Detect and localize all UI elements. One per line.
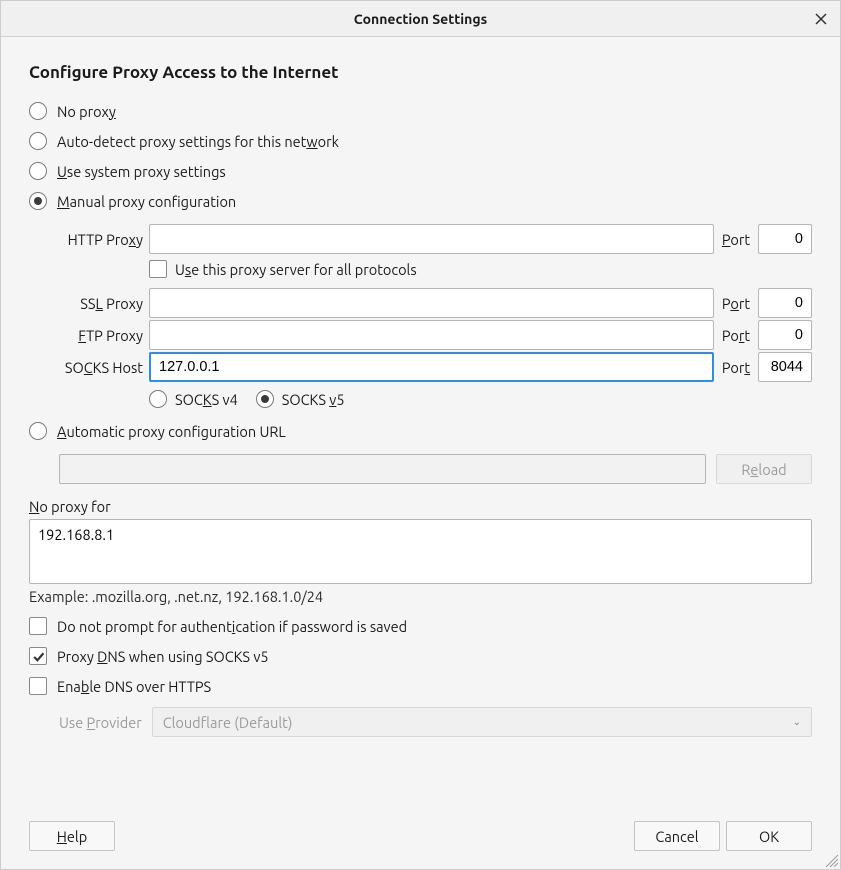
dialog-body: Configure Proxy Access to the Internet N… <box>1 37 840 869</box>
ftp-proxy-input[interactable] <box>149 320 714 350</box>
radio-icon <box>256 390 274 408</box>
radio-label: Manual proxy configuration <box>57 193 236 210</box>
checkbox-label: Enable DNS over HTTPS <box>57 678 211 695</box>
http-proxy-label: HTTP Proxy <box>59 231 149 248</box>
checkbox-label: Use this proxy server for all protocols <box>175 261 417 278</box>
no-proxy-for-label: No proxy for <box>29 498 812 515</box>
radio-label: No proxy <box>57 103 116 120</box>
ok-button[interactable]: OK <box>726 821 812 851</box>
ftp-port-input[interactable] <box>758 320 812 350</box>
ftp-proxy-label: FTP Proxy <box>59 327 149 344</box>
checkbox-icon <box>29 617 47 635</box>
http-port-label: Port <box>714 231 758 248</box>
radio-icon <box>29 132 47 150</box>
socks-host-input[interactable] <box>149 352 714 382</box>
radio-label: Auto-detect proxy settings for this netw… <box>57 133 339 150</box>
provider-row: Use Provider Cloudflare (Default) ⌄ <box>59 707 812 737</box>
chevron-down-icon: ⌄ <box>793 716 801 728</box>
provider-label: Use Provider <box>59 714 142 731</box>
radio-icon <box>29 192 47 210</box>
help-button[interactable]: Help <box>29 821 115 851</box>
socks-host-label: SOCKS Host <box>59 359 149 376</box>
http-port-input[interactable] <box>758 224 812 254</box>
cancel-button[interactable]: Cancel <box>634 821 720 851</box>
radio-icon <box>149 390 167 408</box>
ftp-proxy-row: FTP Proxy Port <box>59 320 812 350</box>
provider-select[interactable]: Cloudflare (Default) ⌄ <box>152 707 812 737</box>
http-proxy-input[interactable] <box>149 224 714 254</box>
titlebar: Connection Settings <box>1 1 840 37</box>
close-icon[interactable] <box>810 8 832 30</box>
auto-config-url-input[interactable] <box>59 454 706 484</box>
ssl-port-input[interactable] <box>758 288 812 318</box>
check-dns-over-https[interactable]: Enable DNS over HTTPS <box>29 677 812 695</box>
radio-system-proxy[interactable]: Use system proxy settings <box>29 162 812 180</box>
http-proxy-row: HTTP Proxy Port <box>59 224 812 254</box>
check-proxy-dns[interactable]: Proxy DNS when using SOCKS v5 <box>29 647 812 665</box>
no-proxy-for-input[interactable] <box>29 519 812 584</box>
ssl-proxy-input[interactable] <box>149 288 714 318</box>
checkbox-label: Do not prompt for authentication if pass… <box>57 618 407 635</box>
radio-auto-config-url[interactable]: Automatic proxy configuration URL <box>29 422 812 440</box>
radio-label: Automatic proxy configuration URL <box>57 423 286 440</box>
ssl-proxy-label: SSL Proxy <box>59 295 149 312</box>
manual-proxy-block: HTTP Proxy Port Use this proxy server fo… <box>59 222 812 416</box>
check-no-prompt-auth[interactable]: Do not prompt for authentication if pass… <box>29 617 812 635</box>
radio-label: SOCKS v4 <box>175 391 238 408</box>
checkbox-icon <box>149 260 167 278</box>
socks-host-row: SOCKS Host Port <box>59 352 812 382</box>
auto-config-row: Reload <box>59 454 812 484</box>
radio-manual-proxy[interactable]: Manual proxy configuration <box>29 192 812 210</box>
radio-auto-detect[interactable]: Auto-detect proxy settings for this netw… <box>29 132 812 150</box>
radio-no-proxy[interactable]: No proxy <box>29 102 812 120</box>
socks-port-label: Port <box>714 359 758 376</box>
checkbox-icon <box>29 647 47 665</box>
window-title: Connection Settings <box>354 11 487 27</box>
checkbox-icon <box>29 677 47 695</box>
dialog-footer: Help Cancel OK <box>29 803 812 851</box>
radio-icon <box>29 162 47 180</box>
provider-value: Cloudflare (Default) <box>163 714 293 731</box>
use-all-protocols-row[interactable]: Use this proxy server for all protocols <box>149 256 812 286</box>
radio-label: SOCKS v5 <box>282 391 345 408</box>
checkbox-label: Proxy DNS when using SOCKS v5 <box>57 648 269 665</box>
radio-icon <box>29 422 47 440</box>
resize-grip-icon[interactable] <box>825 854 839 868</box>
socks-version-row: SOCKS v4 SOCKS v5 <box>149 384 812 414</box>
no-proxy-example: Example: .mozilla.org, .net.nz, 192.168.… <box>29 588 812 605</box>
ssl-proxy-row: SSL Proxy Port <box>59 288 812 318</box>
ftp-port-label: Port <box>714 327 758 344</box>
socks-port-input[interactable] <box>758 352 812 382</box>
radio-socks-v5[interactable]: SOCKS v5 <box>256 390 345 408</box>
radio-socks-v4[interactable]: SOCKS v4 <box>149 390 238 408</box>
radio-icon <box>29 102 47 120</box>
radio-label: Use system proxy settings <box>57 163 226 180</box>
page-heading: Configure Proxy Access to the Internet <box>29 63 812 82</box>
reload-button[interactable]: Reload <box>716 454 812 484</box>
ssl-port-label: Port <box>714 295 758 312</box>
